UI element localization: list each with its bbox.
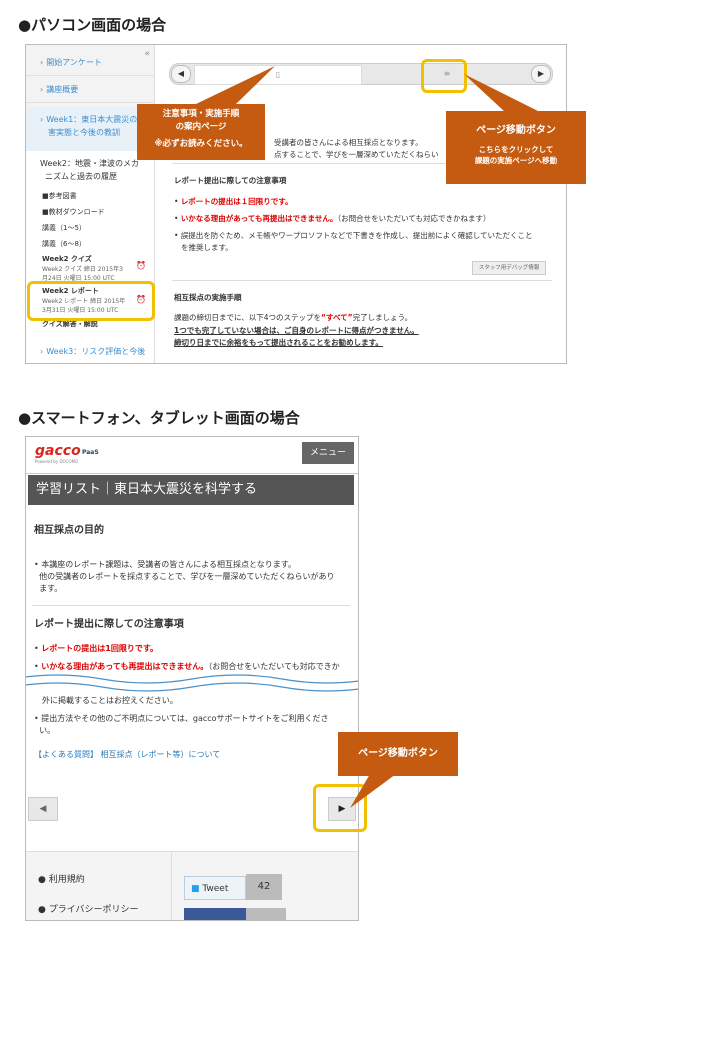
- sp-callout-arrow: [350, 774, 396, 808]
- callout-page-button-sp: ページ移動ボタン: [338, 732, 458, 776]
- sp-callout-pointer: [350, 774, 396, 808]
